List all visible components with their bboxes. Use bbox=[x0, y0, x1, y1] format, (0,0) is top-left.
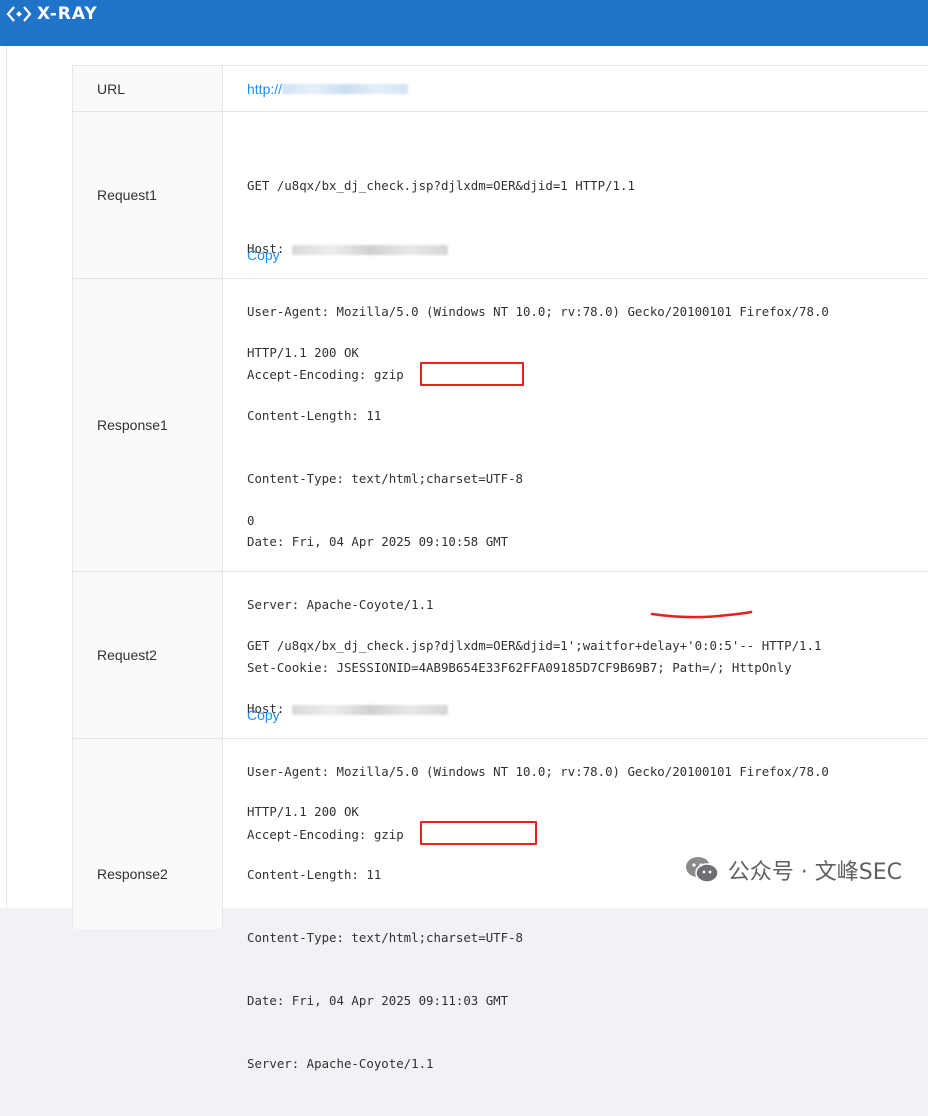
response2-value-cell: HTTP/1.1 200 OK Content-Length: 11 Conte… bbox=[223, 739, 928, 1071]
request1-row: Request1 GET /u8qx/bx_dj_check.jsp?djlxd… bbox=[73, 112, 928, 382]
request2-host-line: Host: bbox=[247, 698, 829, 719]
request2-line: GET /u8qx/bx_dj_check.jsp?djlxdm=OER&dji… bbox=[247, 638, 822, 653]
url-link-prefix: http:// bbox=[247, 81, 283, 97]
main-content: URL http:// Request1 GET /u8qx/bx_dj_che… bbox=[7, 46, 928, 1071]
response1-row: Response1 HTTP/1.1 200 OK Content-Length… bbox=[73, 279, 928, 675]
payload-underline bbox=[650, 610, 753, 619]
response2-code: HTTP/1.1 200 OK Content-Length: 11 Conte… bbox=[247, 759, 523, 1116]
app-logo-text: X-RAY bbox=[37, 4, 98, 24]
response2-row: Response2 HTTP/1.1 200 OK Content-Length… bbox=[73, 739, 928, 1071]
detail-table: URL http:// Request1 GET /u8qx/bx_dj_che… bbox=[72, 65, 928, 1071]
response2-label: Response2 bbox=[73, 739, 223, 929]
xray-logo-icon bbox=[6, 6, 32, 22]
request2-copy-button[interactable]: Copy bbox=[247, 707, 280, 723]
response2-date-line: Date: Fri, 04 Apr 2025 09:11:03 GMT bbox=[247, 993, 509, 1008]
response1-time-highlight bbox=[420, 362, 524, 386]
response2-time-highlight bbox=[420, 821, 537, 845]
request2-label: Request2 bbox=[73, 572, 223, 738]
response1-line: Content-Length: 11 bbox=[247, 408, 382, 423]
request1-copy-button[interactable]: Copy bbox=[247, 247, 280, 263]
app-logo[interactable]: X-RAY bbox=[6, 3, 98, 25]
wechat-icon bbox=[685, 857, 719, 883]
url-label: URL bbox=[73, 66, 223, 111]
url-value-cell: http:// bbox=[223, 66, 928, 111]
response1-value-cell: HTTP/1.1 200 OK Content-Length: 11 Conte… bbox=[223, 279, 928, 675]
redacted-host bbox=[282, 84, 409, 94]
request2-row: Request2 GET /u8qx/bx_dj_check.jsp?djlxd… bbox=[73, 572, 928, 842]
redacted-host bbox=[291, 244, 448, 255]
request1-line: GET /u8qx/bx_dj_check.jsp?djlxdm=OER&dji… bbox=[247, 178, 635, 193]
request2-value-cell: GET /u8qx/bx_dj_check.jsp?djlxdm=OER&dji… bbox=[223, 572, 928, 842]
url-link[interactable]: http:// bbox=[247, 81, 409, 97]
top-bar: X-RAY bbox=[0, 0, 928, 46]
response2-line: Content-Type: text/html;charset=UTF-8 bbox=[247, 930, 524, 945]
response1-body: 0 bbox=[247, 513, 255, 528]
request1-host-line: Host: bbox=[247, 238, 829, 259]
watermark: 公众号 · 文峰SEC bbox=[684, 854, 902, 886]
response1-line: Content-Type: text/html;charset=UTF-8 bbox=[247, 471, 524, 486]
request1-value-cell: GET /u8qx/bx_dj_check.jsp?djlxdm=OER&dji… bbox=[223, 112, 928, 382]
redacted-host bbox=[291, 704, 448, 715]
response2-line: Content-Length: 11 bbox=[247, 867, 382, 882]
request1-label: Request1 bbox=[73, 112, 223, 278]
response2-line: Server: Apache-Coyote/1.1 bbox=[247, 1056, 434, 1071]
response1-line: HTTP/1.1 200 OK bbox=[247, 345, 359, 360]
response1-label: Response1 bbox=[73, 279, 223, 571]
response1-date-line: Date: Fri, 04 Apr 2025 09:10:58 GMT bbox=[247, 534, 509, 549]
sidebar-edge bbox=[0, 46, 7, 908]
url-row: URL http:// bbox=[73, 66, 928, 112]
response2-line: HTTP/1.1 200 OK bbox=[247, 804, 359, 819]
watermark-text: 公众号 · 文峰SEC bbox=[727, 860, 902, 885]
